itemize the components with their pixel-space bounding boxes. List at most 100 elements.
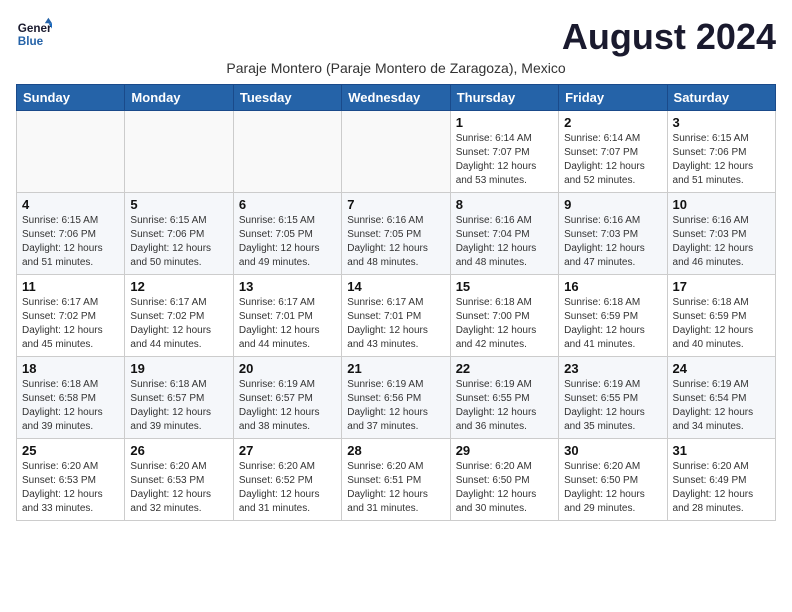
calendar-cell: 13 Sunrise: 6:17 AM Sunset: 7:01 PM Dayli… <box>233 275 341 357</box>
calendar-cell: 9 Sunrise: 6:16 AM Sunset: 7:03 PM Daylig… <box>559 193 667 275</box>
day-info: Sunrise: 6:19 AM Sunset: 6:54 PM Dayligh… <box>673 378 770 434</box>
day-number: 11 <box>22 279 119 294</box>
calendar-cell: 31 Sunrise: 6:20 AM Sunset: 6:49 PM Dayli… <box>667 439 775 521</box>
day-info: Sunrise: 6:16 AM Sunset: 7:03 PM Dayligh… <box>673 214 770 270</box>
calendar-cell: 12 Sunrise: 6:17 AM Sunset: 7:02 PM Dayli… <box>125 275 233 357</box>
day-info: Sunrise: 6:20 AM Sunset: 6:53 PM Dayligh… <box>130 460 227 516</box>
calendar-week-row: 25 Sunrise: 6:20 AM Sunset: 6:53 PM Dayli… <box>17 439 776 521</box>
day-number: 7 <box>347 197 444 212</box>
calendar-cell: 17 Sunrise: 6:18 AM Sunset: 6:59 PM Dayli… <box>667 275 775 357</box>
calendar-cell: 10Sunrise: 6:16 AM Sunset: 7:03 PM Dayli… <box>667 193 775 275</box>
col-header-friday: Friday <box>559 85 667 111</box>
day-number: 18 <box>22 361 119 376</box>
calendar-cell: 1 Sunrise: 6:14 AM Sunset: 7:07 PM Daylig… <box>450 111 558 193</box>
calendar-cell: 8 Sunrise: 6:16 AM Sunset: 7:04 PM Daylig… <box>450 193 558 275</box>
calendar-cell: 3 Sunrise: 6:15 AM Sunset: 7:06 PM Daylig… <box>667 111 775 193</box>
day-number: 13 <box>239 279 336 294</box>
month-title: August 2024 <box>562 16 776 58</box>
day-number: 29 <box>456 443 553 458</box>
day-info: Sunrise: 6:16 AM Sunset: 7:03 PM Dayligh… <box>564 214 661 270</box>
day-number: 27 <box>239 443 336 458</box>
calendar-cell: 28Sunrise: 6:20 AM Sunset: 6:51 PM Dayli… <box>342 439 450 521</box>
day-info: Sunrise: 6:15 AM Sunset: 7:05 PM Dayligh… <box>239 214 336 270</box>
day-number: 3 <box>673 115 770 130</box>
calendar-subtitle: Paraje Montero (Paraje Montero de Zarago… <box>16 60 776 76</box>
day-number: 26 <box>130 443 227 458</box>
day-number: 28 <box>347 443 444 458</box>
day-info: Sunrise: 6:18 AM Sunset: 7:00 PM Dayligh… <box>456 296 553 352</box>
day-number: 6 <box>239 197 336 212</box>
calendar-week-row: 11 Sunrise: 6:17 AM Sunset: 7:02 PM Dayli… <box>17 275 776 357</box>
col-header-monday: Monday <box>125 85 233 111</box>
page-header: General Blue August 2024 <box>16 16 776 58</box>
day-info: Sunrise: 6:19 AM Sunset: 6:55 PM Dayligh… <box>564 378 661 434</box>
day-info: Sunrise: 6:20 AM Sunset: 6:50 PM Dayligh… <box>456 460 553 516</box>
day-number: 30 <box>564 443 661 458</box>
calendar-cell: 22Sunrise: 6:19 AM Sunset: 6:55 PM Dayli… <box>450 357 558 439</box>
day-info: Sunrise: 6:18 AM Sunset: 6:57 PM Dayligh… <box>130 378 227 434</box>
day-number: 31 <box>673 443 770 458</box>
col-header-saturday: Saturday <box>667 85 775 111</box>
logo: General Blue <box>16 16 52 52</box>
calendar-cell: 24 Sunrise: 6:19 AM Sunset: 6:54 PM Dayli… <box>667 357 775 439</box>
day-number: 4 <box>22 197 119 212</box>
day-info: Sunrise: 6:18 AM Sunset: 6:59 PM Dayligh… <box>673 296 770 352</box>
day-number: 21 <box>347 361 444 376</box>
logo-icon: General Blue <box>16 16 52 52</box>
day-info: Sunrise: 6:19 AM Sunset: 6:55 PM Dayligh… <box>456 378 553 434</box>
calendar-cell: 29 Sunrise: 6:20 AM Sunset: 6:50 PM Dayli… <box>450 439 558 521</box>
day-info: Sunrise: 6:17 AM Sunset: 7:02 PM Dayligh… <box>130 296 227 352</box>
calendar-week-row: 1 Sunrise: 6:14 AM Sunset: 7:07 PM Daylig… <box>17 111 776 193</box>
calendar-header-row: SundayMondayTuesdayWednesdayThursdayFrid… <box>17 85 776 111</box>
day-number: 14 <box>347 279 444 294</box>
day-info: Sunrise: 6:18 AM Sunset: 6:58 PM Dayligh… <box>22 378 119 434</box>
day-info: Sunrise: 6:14 AM Sunset: 7:07 PM Dayligh… <box>456 132 553 188</box>
calendar-cell: 23 Sunrise: 6:19 AM Sunset: 6:55 PM Dayli… <box>559 357 667 439</box>
calendar-cell: 27 Sunrise: 6:20 AM Sunset: 6:52 PM Dayli… <box>233 439 341 521</box>
day-info: Sunrise: 6:18 AM Sunset: 6:59 PM Dayligh… <box>564 296 661 352</box>
calendar-cell: 4Sunrise: 6:15 AM Sunset: 7:06 PM Daylig… <box>17 193 125 275</box>
calendar-cell <box>125 111 233 193</box>
day-number: 17 <box>673 279 770 294</box>
col-header-thursday: Thursday <box>450 85 558 111</box>
day-number: 12 <box>130 279 227 294</box>
col-header-tuesday: Tuesday <box>233 85 341 111</box>
day-info: Sunrise: 6:17 AM Sunset: 7:01 PM Dayligh… <box>239 296 336 352</box>
calendar-week-row: 4 Sunrise: 6:15 AM Sunset: 7:06 PM Daylig… <box>17 193 776 275</box>
calendar-cell: 21 Sunrise: 6:19 AM Sunset: 6:56 PM Dayli… <box>342 357 450 439</box>
day-number: 25 <box>22 443 119 458</box>
day-number: 15 <box>456 279 553 294</box>
day-number: 9 <box>564 197 661 212</box>
day-number: 24 <box>673 361 770 376</box>
day-info: Sunrise: 6:15 AM Sunset: 7:06 PM Dayligh… <box>130 214 227 270</box>
day-number: 8 <box>456 197 553 212</box>
day-number: 23 <box>564 361 661 376</box>
day-info: Sunrise: 6:16 AM Sunset: 7:05 PM Dayligh… <box>347 214 444 270</box>
day-info: Sunrise: 6:20 AM Sunset: 6:50 PM Dayligh… <box>564 460 661 516</box>
day-info: Sunrise: 6:20 AM Sunset: 6:52 PM Dayligh… <box>239 460 336 516</box>
calendar-cell: 15 Sunrise: 6:18 AM Sunset: 7:00 PM Dayli… <box>450 275 558 357</box>
day-number: 2 <box>564 115 661 130</box>
day-info: Sunrise: 6:17 AM Sunset: 7:01 PM Dayligh… <box>347 296 444 352</box>
col-header-wednesday: Wednesday <box>342 85 450 111</box>
day-info: Sunrise: 6:20 AM Sunset: 6:53 PM Dayligh… <box>22 460 119 516</box>
calendar-cell <box>17 111 125 193</box>
calendar-cell: 19 Sunrise: 6:18 AM Sunset: 6:57 PM Dayli… <box>125 357 233 439</box>
svg-text:General: General <box>18 22 52 35</box>
svg-text:Blue: Blue <box>18 35 44 48</box>
day-info: Sunrise: 6:20 AM Sunset: 6:49 PM Dayligh… <box>673 460 770 516</box>
day-number: 16 <box>564 279 661 294</box>
calendar-cell: 7 Sunrise: 6:16 AM Sunset: 7:05 PM Daylig… <box>342 193 450 275</box>
calendar-cell: 14 Sunrise: 6:17 AM Sunset: 7:01 PM Dayli… <box>342 275 450 357</box>
day-number: 19 <box>130 361 227 376</box>
calendar-cell: 5 Sunrise: 6:15 AM Sunset: 7:06 PM Daylig… <box>125 193 233 275</box>
calendar-week-row: 18 Sunrise: 6:18 AM Sunset: 6:58 PM Dayli… <box>17 357 776 439</box>
day-number: 1 <box>456 115 553 130</box>
day-info: Sunrise: 6:15 AM Sunset: 7:06 PM Dayligh… <box>673 132 770 188</box>
day-info: Sunrise: 6:16 AM Sunset: 7:04 PM Dayligh… <box>456 214 553 270</box>
day-number: 20 <box>239 361 336 376</box>
calendar-cell: 18 Sunrise: 6:18 AM Sunset: 6:58 PM Dayli… <box>17 357 125 439</box>
calendar-cell: 30 Sunrise: 6:20 AM Sunset: 6:50 PM Dayli… <box>559 439 667 521</box>
day-number: 5 <box>130 197 227 212</box>
day-info: Sunrise: 6:19 AM Sunset: 6:56 PM Dayligh… <box>347 378 444 434</box>
